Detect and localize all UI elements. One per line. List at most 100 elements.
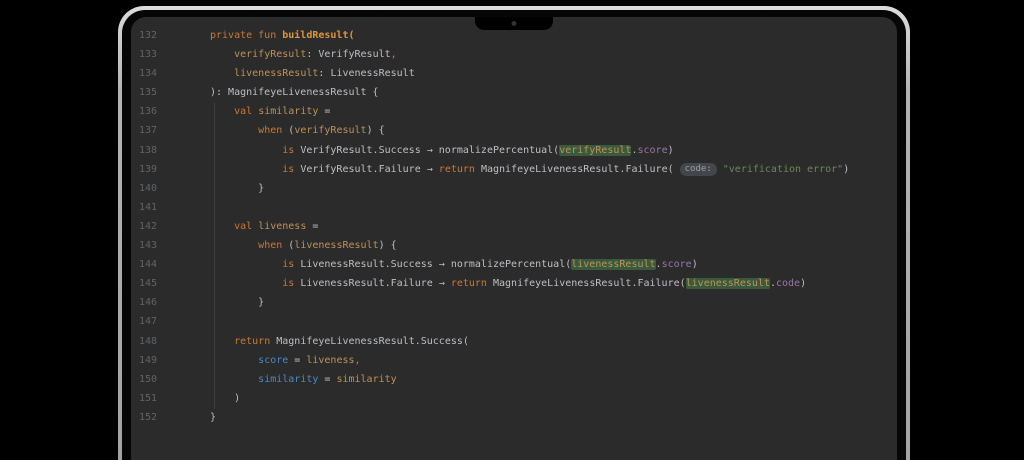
- code-token: similarity: [258, 373, 319, 385]
- line-number: 152: [139, 411, 158, 423]
- code-token: is: [282, 259, 301, 271]
- code-token: }: [210, 411, 217, 423]
- code-token: when: [258, 240, 283, 252]
- code-text: similarity = similarity: [210, 370, 397, 389]
- code-line[interactable]: 143 when (livenessResult) {: [139, 236, 897, 255]
- code-token: MagnifeyeLivenessResult.Success(: [276, 335, 469, 347]
- code-lines: 132 private fun buildResult(133 verifyRes…: [139, 26, 897, 427]
- code-text: score = liveness,: [210, 351, 360, 370]
- code-text: val similarity =: [210, 102, 330, 121]
- code-line[interactable]: 152}: [139, 408, 897, 427]
- code-token: val: [234, 220, 259, 232]
- line-number: 132: [139, 30, 158, 41]
- code-line[interactable]: 150 similarity = similarity: [139, 370, 897, 389]
- code-token: similarity: [336, 373, 397, 385]
- line-number: 140: [139, 182, 158, 194]
- line-number: 148: [139, 335, 158, 347]
- camera-icon: [511, 21, 517, 26]
- code-token: similarity: [258, 106, 319, 118]
- code-token: livenessResult: [294, 240, 379, 252]
- code-text: }: [210, 179, 264, 198]
- highlighted-usage-token: verifyResult: [559, 144, 632, 156]
- code-line[interactable]: 134 livenessResult: LivenessResult: [139, 64, 897, 83]
- line-number: 134: [139, 68, 158, 80]
- code-line[interactable]: 142 val liveness =: [139, 217, 897, 236]
- code-token: ) {: [366, 125, 385, 137]
- line-number: 137: [139, 125, 158, 137]
- code-token: }: [210, 297, 265, 309]
- code-token: (: [282, 240, 295, 252]
- code-text: is VerifyResult.Failure → return Magnife…: [210, 160, 849, 179]
- laptop-device: 132 private fun buildResult(133 verifyRes…: [118, 6, 910, 460]
- line-number: 150: [139, 373, 158, 385]
- code-token: :: [306, 49, 319, 61]
- code-token: is: [282, 163, 301, 175]
- line-number: 138: [139, 144, 158, 156]
- code-token: (: [282, 125, 295, 137]
- code-token: =: [306, 220, 319, 232]
- code-token: ) {: [378, 240, 397, 252]
- code-token: VerifyResult: [318, 49, 391, 61]
- code-token: val: [234, 106, 259, 118]
- code-line[interactable]: 137 when (verifyResult) {: [139, 121, 897, 140]
- code-line[interactable]: 148 return MagnifeyeLivenessResult.Succe…: [139, 332, 897, 351]
- code-token: is: [282, 144, 301, 156]
- code-text: when (livenessResult) {: [210, 236, 397, 255]
- code-line[interactable]: 151 ): [139, 389, 897, 408]
- code-token: code: [775, 278, 801, 290]
- display-notch: [475, 17, 553, 30]
- code-line[interactable]: 135): MagnifeyeLivenessResult {: [139, 83, 897, 102]
- code-line[interactable]: 147: [139, 312, 897, 331]
- code-token: =: [318, 373, 337, 385]
- code-token: MagnifeyeLivenessResult.Failure(: [480, 163, 680, 175]
- code-line[interactable]: 141: [139, 198, 897, 217]
- code-token: return: [438, 163, 481, 175]
- code-token: return: [234, 335, 277, 347]
- code-token: ): [691, 259, 698, 271]
- code-token: =: [288, 354, 307, 366]
- code-line[interactable]: 133 verifyResult: VerifyResult,: [139, 45, 897, 64]
- code-line[interactable]: 145 is LivenessResult.Failure → return M…: [139, 274, 897, 293]
- code-line[interactable]: 140 }: [139, 179, 897, 198]
- code-line[interactable]: 136 val similarity =: [139, 102, 897, 121]
- code-text: ): MagnifeyeLivenessResult {: [210, 83, 379, 102]
- code-token: LivenessResult.Success → normalizePercen…: [300, 259, 572, 271]
- code-token: when: [258, 125, 283, 137]
- code-token: }: [210, 182, 265, 194]
- line-number: 142: [139, 220, 158, 232]
- code-editor[interactable]: 132 private fun buildResult(133 verifyRes…: [131, 17, 897, 460]
- line-number: 139: [139, 163, 158, 175]
- code-line[interactable]: 138 is VerifyResult.Success → normalizeP…: [139, 141, 897, 160]
- code-line[interactable]: 149 score = liveness,: [139, 351, 897, 370]
- code-text: is LivenessResult.Failure → return Magni…: [210, 274, 806, 293]
- code-token: is: [282, 278, 301, 290]
- code-line[interactable]: 144 is LivenessResult.Success → normaliz…: [139, 255, 897, 274]
- code-text: }: [210, 408, 216, 427]
- highlighted-usage-token: livenessResult: [685, 278, 770, 290]
- code-token: :: [318, 68, 331, 80]
- code-line[interactable]: 139 is VerifyResult.Failure → return Mag…: [139, 160, 897, 179]
- line-number: 144: [139, 259, 158, 271]
- line-number: 147: [139, 316, 158, 328]
- code-line[interactable]: 146 }: [139, 293, 897, 312]
- code-token: LivenessResult: [330, 68, 415, 80]
- line-number: 145: [139, 278, 158, 290]
- line-number: 143: [139, 240, 158, 252]
- code-token: verifyResult: [234, 49, 307, 61]
- line-number: 141: [139, 201, 158, 213]
- code-token: livenessResult: [234, 68, 319, 80]
- indent-guide: [214, 103, 215, 409]
- code-text: livenessResult: LivenessResult: [210, 64, 415, 83]
- code-token: buildResult(: [282, 30, 355, 41]
- laptop-bezel: 132 private fun buildResult(133 verifyRes…: [122, 10, 906, 460]
- code-token: =: [318, 106, 331, 118]
